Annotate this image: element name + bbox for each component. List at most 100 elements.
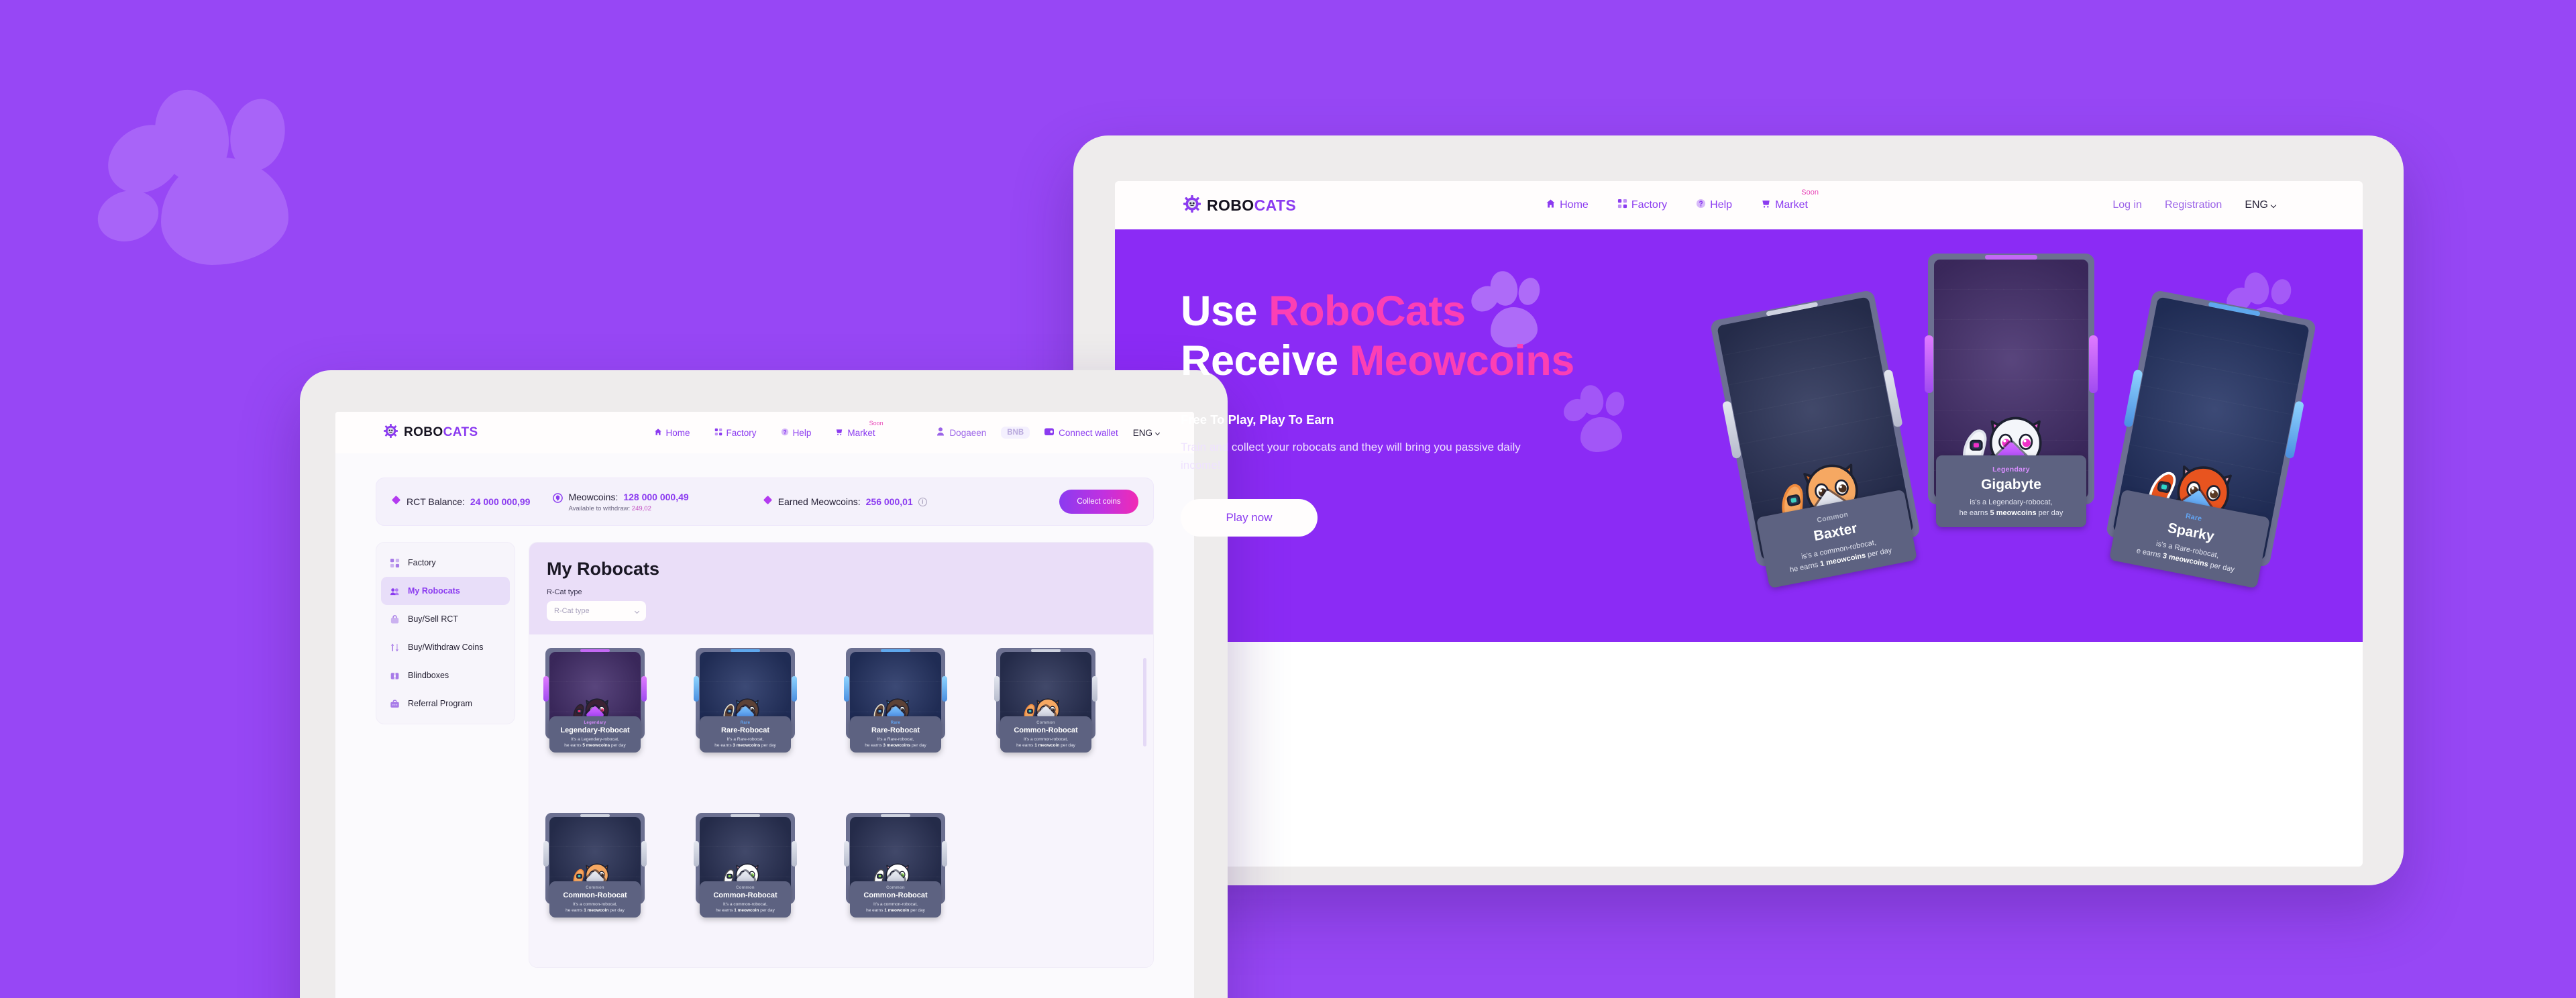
- robocat-desc-line1: It's a Rare-robocat,: [727, 736, 764, 742]
- nav-badge-soon: Soon: [869, 419, 883, 427]
- sidebar-item-label: Blindboxes: [408, 671, 449, 680]
- collect-coins-button[interactable]: Collect coins: [1059, 490, 1138, 514]
- sidebar-item-referral-program[interactable]: Referral Program: [381, 689, 510, 718]
- card-side-light-left: [844, 676, 849, 702]
- sidebar-item-blindboxes[interactable]: Blindboxes: [381, 661, 510, 689]
- logo-text: ROBOCATS: [1207, 197, 1296, 215]
- nav-item-help[interactable]: Help: [781, 428, 811, 438]
- card-bezel-top: [580, 649, 610, 652]
- grid-icon: [390, 558, 400, 568]
- tablet-language-label: ENG: [1132, 427, 1152, 438]
- nav-item-home[interactable]: Home: [654, 428, 690, 438]
- cart-icon: [1761, 199, 1771, 212]
- sidebar: Factory My Robocats Buy/Sell RCT Buy/Withdr…: [376, 542, 515, 724]
- rct-balance-label: RCT Balance:: [407, 496, 465, 507]
- robocat-desc-rate: 5 meowcoins: [582, 742, 610, 748]
- card-bezel-top: [1031, 649, 1061, 652]
- logo[interactable]: ROBOCATS: [1183, 195, 1296, 216]
- robocat-desc-pre: he earns: [1959, 508, 1990, 517]
- hero-title-line2-accent: Meowcoins: [1349, 337, 1575, 385]
- sidebar-item-buy-sell-rct[interactable]: Buy/Sell RCT: [381, 605, 510, 633]
- card-bezel-top: [881, 814, 910, 817]
- user-icon: [936, 427, 945, 438]
- card-side-light-right: [942, 841, 947, 867]
- robocat-card-frame: Rare Rare-Robocat It's a Rare-robocat, h…: [844, 648, 947, 753]
- robocat-desc-post: per day: [2036, 508, 2063, 517]
- meowcoins-balance: Meowcoins: 128 000 000,49: [568, 492, 688, 502]
- nav-item-label: Market: [1775, 199, 1808, 211]
- nav-item-home[interactable]: Home: [1546, 199, 1589, 212]
- available-to-withdraw: Available to withdraw: 249,02: [568, 505, 688, 512]
- robocat-desc-rate: 1 meowcoin: [734, 907, 759, 913]
- robocat-card[interactable]: Legendary Legendary-Robocat It's a Legen…: [543, 648, 647, 802]
- language-selector[interactable]: ENG: [2245, 199, 2277, 211]
- card-side-light-right: [792, 841, 797, 867]
- nav-item-label: Market: [847, 427, 875, 438]
- robocat-card[interactable]: Rare Rare-Robocat It's a Rare-robocat, h…: [694, 648, 797, 802]
- robocat-description: It's a Rare-robocat, he earns 3 meowcoin…: [853, 736, 938, 748]
- cats-icon: [390, 586, 400, 596]
- robocat-card-info: Common Common-Robocat It's a common-robo…: [549, 881, 641, 918]
- nav-item-help[interactable]: Help: [1696, 199, 1732, 212]
- sidebar-item-buy-withdraw-coins[interactable]: Buy/Withdraw Coins: [381, 633, 510, 661]
- nav-item-market[interactable]: Market Soon: [1761, 188, 1819, 212]
- sidebar-item-factory[interactable]: Factory: [381, 549, 510, 577]
- box-icon: [390, 671, 400, 681]
- robocat-card[interactable]: Common Common-Robocat It's a common-robo…: [844, 813, 947, 967]
- nav-item-factory[interactable]: Factory: [1617, 199, 1667, 212]
- card-bezel-top: [580, 814, 610, 817]
- robocat-card-info: Common Common-Robocat It's a common-robo…: [850, 881, 941, 918]
- sidebar-item-my-robocats[interactable]: My Robocats: [381, 577, 510, 605]
- robocat-name: Common-Robocat: [863, 891, 928, 899]
- connect-wallet-button[interactable]: Connect wallet: [1044, 427, 1118, 438]
- hero-title-line1-accent: RoboCats: [1269, 288, 1466, 335]
- robocat-card-frame: Rare Rare-Robocat It's a Rare-robocat, h…: [694, 648, 797, 753]
- robocat-card[interactable]: Legendary Gigabyte is's a Legendary-robo…: [1925, 254, 2098, 527]
- meowcoins-group: Meowcoins: 128 000 000,49 Available to w…: [553, 492, 689, 512]
- tablet-nav: Home Factory Help Market Soon: [654, 420, 883, 438]
- tablet-account-area: Dogaeen BNB Connect wallet ENG: [936, 427, 1161, 439]
- info-icon[interactable]: i: [918, 497, 927, 506]
- sidebar-item-label: Buy/Withdraw Coins: [408, 643, 484, 652]
- tablet-logo-text: ROBOCATS: [404, 425, 478, 440]
- robocat-card-frame: Common Common-Robocat It's a common-robo…: [543, 813, 647, 918]
- robocat-card-info: Legendary Legendary-Robocat It's a Legen…: [549, 716, 641, 753]
- robocat-card[interactable]: Rare Sparky is's a Rare-robocat, e earns…: [2105, 289, 2317, 589]
- card-side-light-left: [543, 841, 549, 867]
- tablet-language-selector[interactable]: ENG: [1132, 427, 1161, 438]
- robocat-description: It's a common-robocat, he earns 1 meowco…: [853, 901, 938, 913]
- rcat-type-select[interactable]: R-Cat type: [547, 601, 646, 621]
- nav-item-market[interactable]: Market Soon: [835, 420, 883, 438]
- robocat-description: It's a common-robocat, he earns 1 meowco…: [703, 901, 788, 913]
- robocat-card[interactable]: Common Common-Robocat It's a common-robo…: [694, 813, 797, 967]
- robocat-desc-post: per day: [2207, 560, 2235, 574]
- connect-wallet-label: Connect wallet: [1059, 427, 1118, 438]
- nav-badge-soon: Soon: [1801, 188, 1819, 197]
- login-link[interactable]: Log in: [2112, 199, 2142, 211]
- robocat-card-frame: Legendary Legendary-Robocat It's a Legen…: [543, 648, 647, 753]
- robocat-desc-line1: It's a Legendary-robocat,: [571, 736, 619, 742]
- robocat-desc-post: per day: [760, 742, 776, 748]
- robocat-card-info: Common Common-Robocat It's a common-robo…: [700, 881, 791, 918]
- grid-icon: [714, 428, 722, 438]
- robocat-card[interactable]: Rare Rare-Robocat It's a Rare-robocat, h…: [844, 648, 947, 802]
- play-now-button[interactable]: Play now: [1181, 498, 1318, 537]
- user-account[interactable]: Dogaeen: [936, 427, 986, 438]
- card-side-light-right: [1092, 676, 1097, 702]
- robocat-desc-line1: It's a Rare-robocat,: [877, 736, 914, 742]
- robocat-desc-rate: 1 meowcoin: [584, 907, 609, 913]
- logo-cats: CATS: [1254, 196, 1297, 214]
- robocat-card[interactable]: Common Common-Robocat It's a common-robo…: [994, 648, 1097, 802]
- meowcoins-value: 128 000 000,49: [623, 491, 689, 502]
- card-side-light-left: [694, 841, 699, 867]
- tablet-logo[interactable]: ROBOCATS: [384, 424, 478, 441]
- nav-item-factory[interactable]: Factory: [714, 428, 757, 438]
- grid-scrollbar[interactable]: [1143, 658, 1146, 746]
- earned-gem-icon: [763, 495, 773, 508]
- tablet-logo-robo: ROBO: [404, 425, 443, 439]
- robocat-card[interactable]: Common Common-Robocat It's a common-robo…: [543, 813, 647, 967]
- robocat-desc-post: per day: [909, 907, 925, 913]
- rct-gem-icon: [391, 495, 401, 508]
- earned-meowcoins-group: Earned Meowcoins: 256 000,01 i: [763, 495, 927, 508]
- registration-link[interactable]: Registration: [2165, 199, 2222, 211]
